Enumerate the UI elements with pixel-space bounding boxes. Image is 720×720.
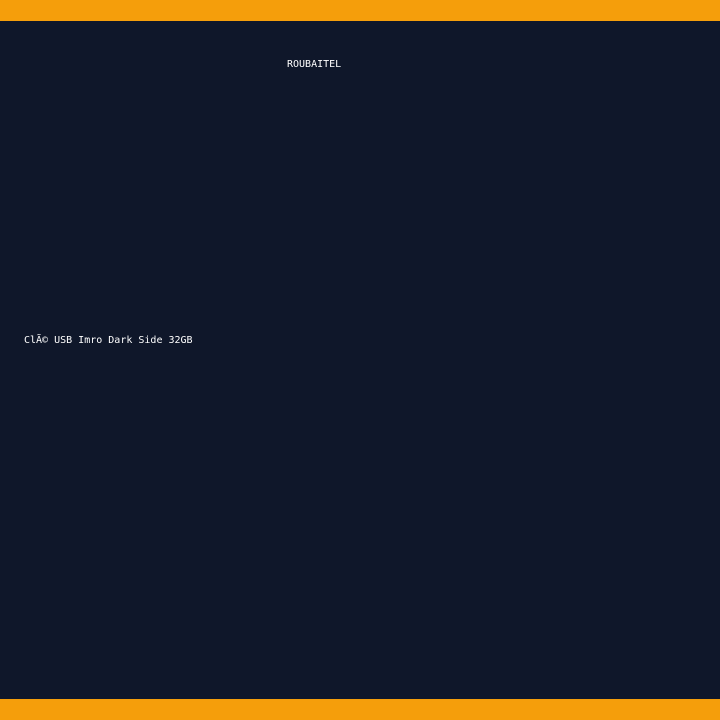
product-title: ClÃ© USB Imro Dark Side 32GB bbox=[24, 335, 193, 346]
brand-name: ROUBAITEL bbox=[287, 59, 342, 70]
bottom-accent-bar bbox=[0, 699, 720, 720]
top-accent-bar bbox=[0, 0, 720, 21]
